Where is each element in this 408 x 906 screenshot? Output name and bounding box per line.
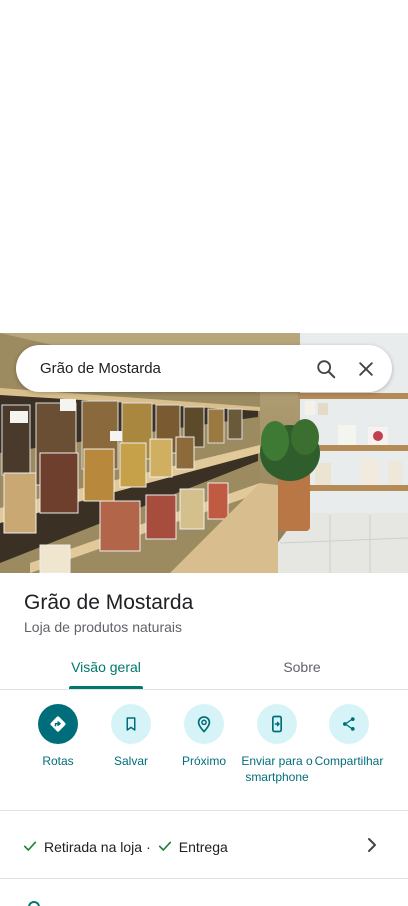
share-label: Compartilhar	[314, 754, 384, 768]
close-icon[interactable]	[346, 349, 386, 389]
separator: ·	[146, 839, 151, 855]
action-bar: Rotas Salvar Próximo Enviar para o smart…	[0, 704, 408, 808]
chevron-right-icon[interactable]	[364, 835, 380, 860]
active-tab-indicator	[69, 686, 143, 689]
share-button[interactable]: Compartilhar	[309, 704, 389, 769]
pickup-label: Retirada na loja	[44, 839, 143, 855]
share-icon	[329, 704, 369, 744]
save-label: Salvar	[113, 754, 148, 768]
place-tabs: Visão geral Sobre	[0, 645, 408, 690]
bookmark-icon	[111, 704, 151, 744]
search-bar[interactable]: Grão de Mostarda	[16, 345, 392, 392]
search-input[interactable]: Grão de Mostarda	[40, 360, 306, 377]
directions-label: Rotas	[42, 754, 74, 768]
map-blank-area	[0, 0, 408, 333]
delivery-label: Entrega	[178, 839, 228, 855]
delivery-option: Entrega	[157, 838, 228, 857]
check-icon	[157, 838, 173, 857]
nearby-label: Próximo	[181, 754, 226, 768]
send-to-phone-button[interactable]: Enviar para o smartphone	[237, 704, 317, 785]
check-icon	[22, 838, 38, 857]
nearby-icon	[184, 704, 224, 744]
nearby-button[interactable]: Próximo	[164, 704, 244, 769]
next-row-icon	[28, 901, 40, 906]
tab-about[interactable]: Sobre	[236, 645, 368, 689]
service-options-row[interactable]: Retirada na loja · Entrega	[0, 822, 408, 872]
save-button[interactable]: Salvar	[91, 704, 171, 769]
directions-icon	[38, 704, 78, 744]
directions-button[interactable]: Rotas	[18, 704, 98, 769]
place-title: Grão de Mostarda	[24, 591, 194, 614]
send-to-phone-label: Enviar para o smartphone	[241, 754, 313, 784]
search-icon[interactable]	[306, 349, 346, 389]
send-to-phone-icon	[257, 704, 297, 744]
divider	[0, 878, 408, 879]
divider	[0, 810, 408, 811]
pickup-option: Retirada na loja	[22, 838, 142, 857]
tab-overview[interactable]: Visão geral	[40, 645, 172, 689]
place-category: Loja de produtos naturais	[24, 619, 182, 635]
